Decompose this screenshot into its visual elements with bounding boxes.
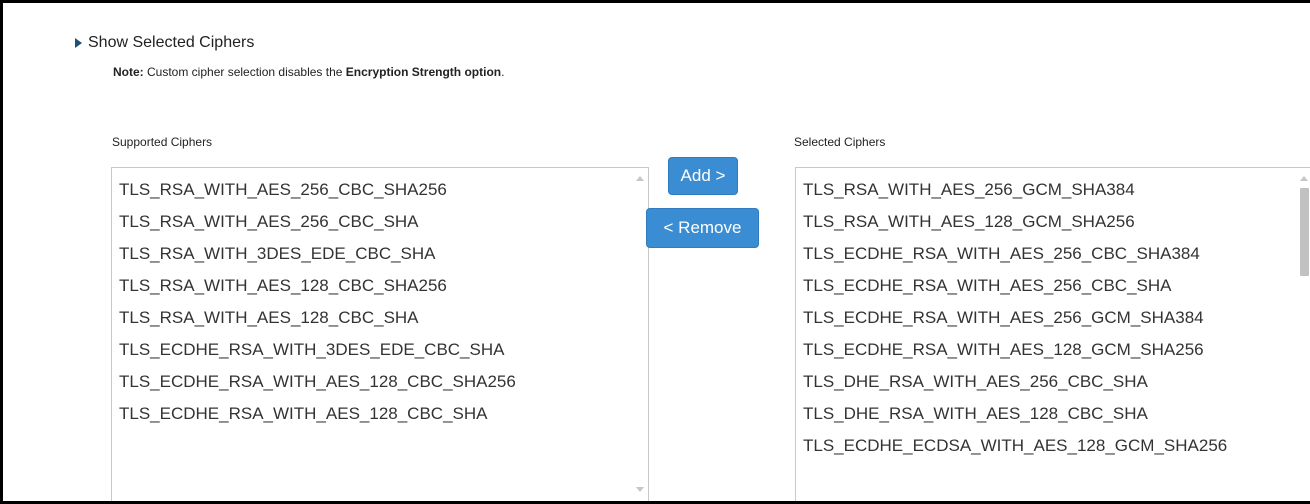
cipher-option[interactable]: TLS_ECDHE_RSA_WITH_AES_256_CBC_SHA384 <box>796 238 1310 270</box>
cipher-option[interactable]: TLS_RSA_WITH_AES_128_CBC_SHA <box>112 302 648 334</box>
cipher-option[interactable]: TLS_RSA_WITH_AES_128_CBC_SHA256 <box>112 270 648 302</box>
cipher-option[interactable]: TLS_DHE_RSA_WITH_AES_256_CBC_SHA <box>796 366 1310 398</box>
cipher-option[interactable]: TLS_ECDHE_RSA_WITH_AES_128_CBC_SHA256 <box>112 366 648 398</box>
selected-ciphers-list[interactable]: TLS_RSA_WITH_AES_256_GCM_SHA384 TLS_RSA_W… <box>795 167 1310 501</box>
cipher-option[interactable]: TLS_DHE_RSA_WITH_AES_128_CBC_SHA <box>796 398 1310 430</box>
cipher-note: Note: Custom cipher selection disables t… <box>113 65 504 79</box>
selected-ciphers-label: Selected Ciphers <box>794 135 886 149</box>
note-emphasis: Encryption Strength option <box>345 65 502 79</box>
expand-arrow-icon <box>75 38 82 48</box>
show-selected-ciphers-toggle[interactable]: Show Selected Ciphers <box>75 34 254 52</box>
add-button[interactable]: Add > <box>668 157 738 195</box>
cipher-option[interactable]: TLS_RSA_WITH_3DES_EDE_CBC_SHA <box>112 238 648 270</box>
cipher-option[interactable]: TLS_ECDHE_RSA_WITH_AES_128_CBC_SHA <box>112 398 648 430</box>
cipher-option[interactable]: TLS_ECDHE_RSA_WITH_AES_256_GCM_SHA384 <box>796 302 1310 334</box>
note-prefix: Note: <box>113 65 144 79</box>
cipher-option[interactable]: TLS_ECDHE_RSA_WITH_AES_128_GCM_SHA256 <box>796 334 1310 366</box>
selected-scrollbar[interactable] <box>1295 168 1310 501</box>
cipher-option[interactable]: TLS_RSA_WITH_AES_128_GCM_SHA256 <box>796 206 1310 238</box>
scroll-up-icon[interactable] <box>1300 176 1308 181</box>
scroll-up-icon[interactable] <box>636 176 644 181</box>
cipher-option[interactable]: TLS_RSA_WITH_AES_256_GCM_SHA384 <box>796 174 1310 206</box>
scroll-down-icon[interactable] <box>636 487 644 492</box>
cipher-option[interactable]: TLS_RSA_WITH_AES_256_CBC_SHA <box>112 206 648 238</box>
cipher-option[interactable]: TLS_RSA_WITH_AES_256_CBC_SHA256 <box>112 174 648 206</box>
toggle-label: Show Selected Ciphers <box>88 34 255 51</box>
cipher-option[interactable]: TLS_ECDHE_RSA_WITH_3DES_EDE_CBC_SHA <box>112 334 648 366</box>
cipher-option[interactable]: TLS_ECDHE_ECDSA_WITH_AES_128_GCM_SHA256 <box>796 430 1310 462</box>
supported-ciphers-list[interactable]: TLS_RSA_WITH_AES_256_CBC_SHA256 TLS_RSA_W… <box>111 167 649 501</box>
remove-button[interactable]: < Remove <box>646 208 759 248</box>
supported-ciphers-label: Supported Ciphers <box>112 135 213 149</box>
note-end: . <box>501 65 505 79</box>
note-text: Custom cipher selection disables the <box>143 65 346 79</box>
cipher-option[interactable]: TLS_ECDHE_RSA_WITH_AES_256_CBC_SHA <box>796 270 1310 302</box>
scroll-thumb[interactable] <box>1300 188 1309 276</box>
cipher-config-panel: Show Selected Ciphers Note: Custom ciphe… <box>0 0 1310 504</box>
